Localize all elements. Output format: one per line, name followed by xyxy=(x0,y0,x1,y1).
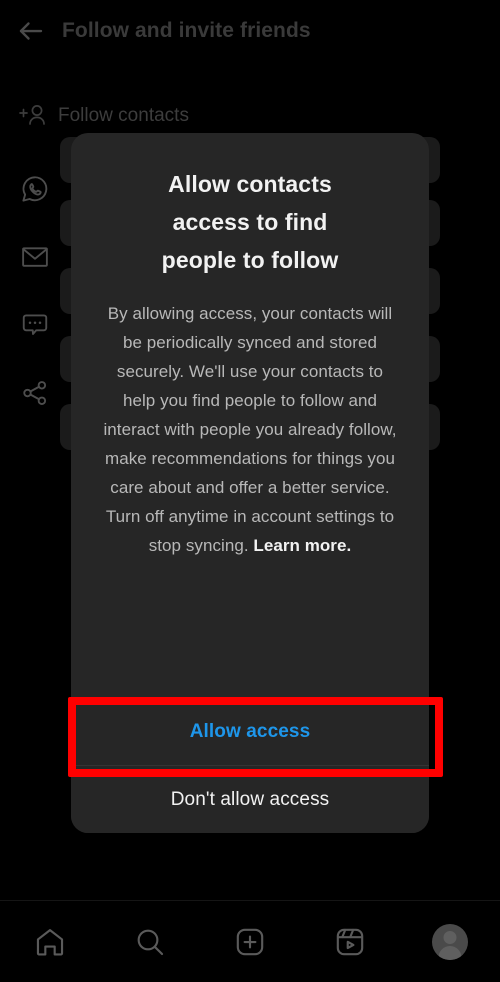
dialog-title: Allow contacts access to find people to … xyxy=(161,171,339,273)
search-icon xyxy=(133,925,167,959)
share-option-share[interactable] xyxy=(0,359,80,427)
dialog-description: By allowing access, your contacts will b… xyxy=(100,299,400,560)
dont-allow-access-button[interactable]: Don't allow access xyxy=(71,765,429,833)
nav-item-search[interactable] xyxy=(100,901,200,982)
message-icon xyxy=(20,310,50,340)
share-option-email[interactable] xyxy=(0,223,80,291)
back-button[interactable] xyxy=(0,0,62,62)
share-icon xyxy=(20,378,50,408)
nav-item-home[interactable] xyxy=(0,901,100,982)
app-header: Follow and invite friends xyxy=(0,0,500,62)
reels-icon xyxy=(333,925,367,959)
follow-contacts-label: Follow contacts xyxy=(58,105,189,126)
contacts-access-dialog: Allow contacts access to find people to … xyxy=(71,133,429,833)
email-icon xyxy=(20,242,50,272)
learn-more-link[interactable]: Learn more. xyxy=(253,536,351,555)
page-title: Follow and invite friends xyxy=(62,19,311,42)
dialog-body: Allow contacts access to find people to … xyxy=(71,133,429,697)
create-plus-icon xyxy=(233,925,267,959)
share-options-rail xyxy=(0,155,80,427)
nav-item-reels[interactable] xyxy=(300,901,400,982)
share-option-whatsapp[interactable] xyxy=(0,155,80,223)
back-arrow-icon xyxy=(16,16,46,46)
bottom-navigation-bar xyxy=(0,900,500,982)
share-option-message[interactable] xyxy=(0,291,80,359)
home-icon xyxy=(33,925,67,959)
allow-access-button[interactable]: Allow access xyxy=(71,697,429,765)
nav-item-create[interactable] xyxy=(200,901,300,982)
whatsapp-icon xyxy=(20,174,50,204)
profile-avatar-icon xyxy=(432,923,468,960)
dialog-actions: Allow access Don't allow access xyxy=(71,697,429,833)
app-screen: Follow and invite friends Follow contact… xyxy=(0,0,500,982)
dialog-description-text: By allowing access, your contacts will b… xyxy=(103,304,397,555)
follow-contacts-row[interactable]: Follow contacts xyxy=(0,99,500,133)
person-add-icon xyxy=(18,102,58,130)
nav-item-profile[interactable] xyxy=(400,901,500,982)
